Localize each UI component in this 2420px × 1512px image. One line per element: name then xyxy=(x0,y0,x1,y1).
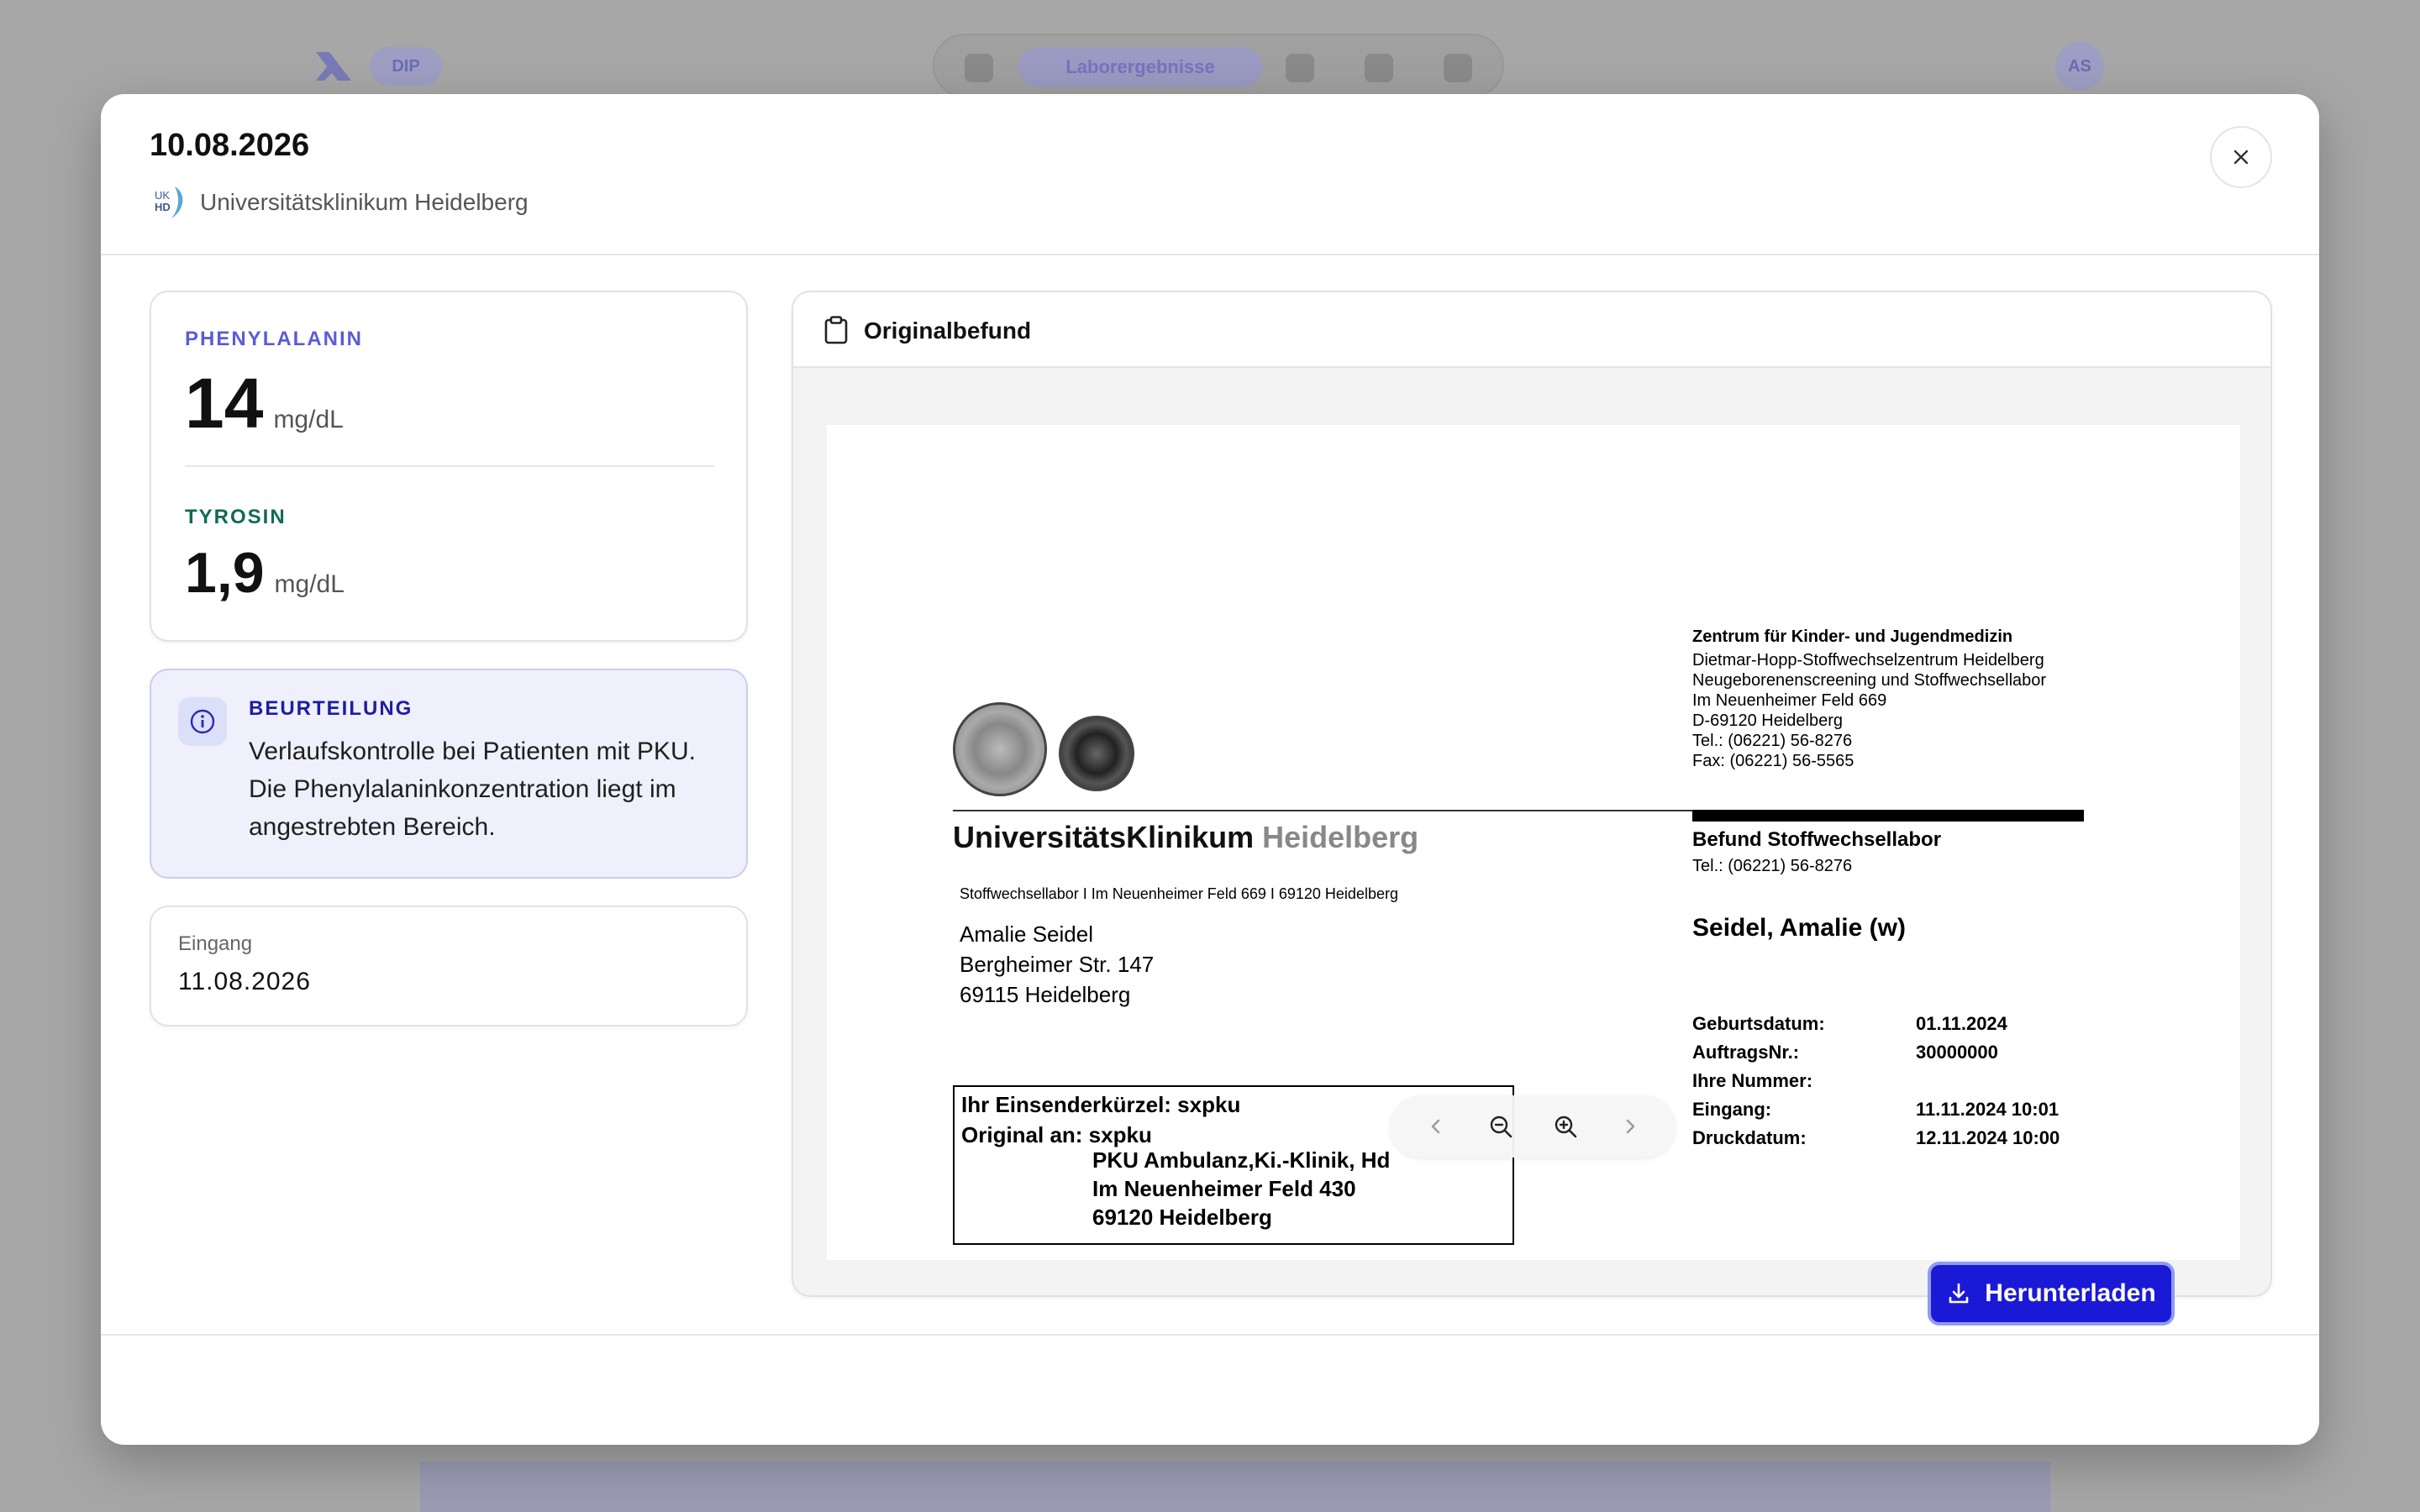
tyrosine-label: TYROSIN xyxy=(185,506,287,528)
clinic-name-b: Heidelberg xyxy=(1262,820,1419,854)
tyrosine-unit: mg/dL xyxy=(274,570,345,598)
entry-value: 11.08.2026 xyxy=(178,968,311,995)
download-button[interactable]: Herunterladen xyxy=(1928,1262,2175,1326)
assessment-title: BEURTEILUNG xyxy=(249,697,413,720)
svg-text:HD: HD xyxy=(155,201,171,213)
org-line: Fax: (06221) 56-5565 xyxy=(1692,752,1854,770)
clinic-name: UniversitätsKlinikum Heidelberg xyxy=(953,820,1418,855)
calendar-icon xyxy=(1365,54,1393,82)
field-value: 01.11.2024 xyxy=(1916,1013,2007,1034)
assessment-card: BEURTEILUNG Verlaufskontrolle bei Patien… xyxy=(150,669,748,879)
modal-header: 10.08.2026 UK HD Universitätsklinikum He… xyxy=(101,94,2319,255)
zoom-in-icon xyxy=(1555,1116,1576,1138)
issuer-name: Universitätsklinikum Heidelberg xyxy=(200,189,529,215)
close-button[interactable] xyxy=(2210,126,2272,188)
org-address-block: Zentrum für Kinder- und Jugendmedizin Di… xyxy=(1692,627,2046,771)
close-icon xyxy=(2233,150,2249,165)
chevron-right-icon xyxy=(1626,1119,1634,1134)
field-key: Eingang: xyxy=(1692,1099,1772,1120)
original-report-header: Originalbefund xyxy=(793,292,2270,368)
chevron-left-icon xyxy=(1431,1119,1439,1134)
entry-card: Eingang 11.08.2026 xyxy=(150,906,748,1026)
document-icon xyxy=(1286,54,1314,82)
patient-name: Seidel, Amalie (w) xyxy=(1692,914,1906,942)
recipient-name: Amalie Seidel xyxy=(960,921,1093,947)
app-nav: Laborergebnisse xyxy=(933,34,1504,97)
report-field-row: Eingang: 11.11.2024 10:01 xyxy=(1692,1099,2060,1127)
download-label: Herunterladen xyxy=(1985,1279,2156,1307)
report-title: Befund Stoffwechsellabor xyxy=(1692,828,1942,851)
letterhead-bar xyxy=(1692,810,2084,822)
zoom-out-icon xyxy=(1490,1116,1512,1138)
next-page-button[interactable] xyxy=(1612,1108,1649,1145)
org-line: Tel.: (06221) 56-8276 xyxy=(1692,732,1853,750)
app-logo-icon xyxy=(313,49,355,84)
report-field-row: Geburtsdatum: 01.11.2024 xyxy=(1692,1013,2060,1042)
divider xyxy=(185,465,714,467)
field-key: Geburtsdatum: xyxy=(1692,1013,1825,1034)
clinic-seal-image xyxy=(1059,716,1134,791)
clipboard-icon xyxy=(823,316,849,344)
field-key: Ihre Nummer: xyxy=(1692,1070,1813,1091)
entry-label: Eingang xyxy=(178,932,253,955)
report-phone: Tel.: (06221) 56-8276 xyxy=(1692,857,1853,875)
org-line: Dietmar-Hopp-Stoffwechselzentrum Heidelb… xyxy=(1692,651,2044,669)
lab-result-modal: 10.08.2026 UK HD Universitätsklinikum He… xyxy=(101,94,2319,1445)
field-value: 12.11.2024 10:00 xyxy=(1916,1127,2060,1148)
ukhd-logo-icon: UK HD xyxy=(150,183,188,222)
original-report-panel: Originalbefund Zentrum für Kinder- und J… xyxy=(792,291,2272,1297)
clinic-name-a: UniversitätsKlinikum xyxy=(953,820,1255,854)
org-line: Zentrum für Kinder- und Jugendmedizin xyxy=(1692,627,2013,646)
assessment-text: Verlaufskontrolle bei Patienten mit PKU.… xyxy=(249,738,696,841)
original-report-title: Originalbefund xyxy=(864,318,1032,344)
menu-icon xyxy=(1444,54,1472,82)
recipient-city: 69115 Heidelberg xyxy=(960,982,1131,1007)
recipient-address: Amalie Seidel Bergheimer Str. 147 69115 … xyxy=(960,919,1154,1010)
issuer: UK HD Universitätsklinikum Heidelberg xyxy=(150,183,529,222)
phenylalanine-unit: mg/dL xyxy=(273,406,344,433)
phenylalanine-value-group: 14 mg/dL xyxy=(185,368,344,438)
org-line: D-69120 Heidelberg xyxy=(1692,711,1844,730)
zoom-in-button[interactable] xyxy=(1547,1108,1584,1145)
phenylalanine-value: 14 xyxy=(185,364,264,443)
field-value: 30000000 xyxy=(1916,1042,1998,1063)
field-key: AuftragsNr.: xyxy=(1692,1042,1800,1063)
field-key: Druckdatum: xyxy=(1692,1127,1807,1148)
tyrosine-value: 1,9 xyxy=(185,541,265,605)
tyrosine-value-group: 1,9 mg/dL xyxy=(185,544,345,601)
home-icon xyxy=(965,54,993,82)
svg-text:UK: UK xyxy=(155,189,170,202)
sender-code: Ihr Einsenderkürzel: sxpku xyxy=(961,1092,1241,1117)
original-to: Original an: sxpku xyxy=(961,1122,1152,1147)
address-line: Im Neuenheimer Feld 430 xyxy=(1092,1176,1356,1201)
report-fields: Geburtsdatum: 01.11.2024 AuftragsNr.: 3000… xyxy=(1692,1013,2060,1156)
org-line: Im Neuenheimer Feld 669 xyxy=(1692,691,1887,710)
org-line: Neugeborenenscreening und Stoffwechsella… xyxy=(1692,671,2047,690)
return-address-line: Stoffwechsellabor I Im Neuenheimer Feld … xyxy=(960,885,1398,902)
report-field-row: Ihre Nummer: xyxy=(1692,1070,2060,1099)
nav-active-tab: Laborergebnisse xyxy=(1018,47,1262,87)
recipient-street: Bergheimer Str. 147 xyxy=(960,952,1155,977)
modal-title: 10.08.2026 xyxy=(150,128,310,163)
report-field-row: Druckdatum: 12.11.2024 10:00 xyxy=(1692,1127,2060,1156)
app-chip: DIP xyxy=(370,47,442,86)
modal-footer xyxy=(101,1334,2319,1445)
original-to-address: PKU Ambulanz,Ki.-Klinik, Hd Im Neuenheim… xyxy=(1092,1146,1390,1231)
address-line: 69120 Heidelberg xyxy=(1092,1205,1272,1230)
download-icon xyxy=(1949,1283,1969,1304)
previous-page-button[interactable] xyxy=(1418,1108,1455,1145)
zoom-out-button[interactable] xyxy=(1482,1108,1519,1145)
info-icon xyxy=(178,697,227,746)
document-viewer-controls xyxy=(1390,1095,1676,1158)
background-table xyxy=(420,1462,2050,1512)
avatar: AS xyxy=(2055,42,2104,91)
lab-values-card: PHENYLALANIN 14 mg/dL TYROSIN 1,9 mg/dL xyxy=(150,291,748,642)
university-seal-image xyxy=(953,702,1047,796)
phenylalanine-label: PHENYLALANIN xyxy=(185,328,364,350)
report-field-row: AuftragsNr.: 30000000 xyxy=(1692,1042,2060,1070)
address-line: PKU Ambulanz,Ki.-Klinik, Hd xyxy=(1092,1147,1391,1173)
field-value: 11.11.2024 10:01 xyxy=(1916,1099,2060,1120)
